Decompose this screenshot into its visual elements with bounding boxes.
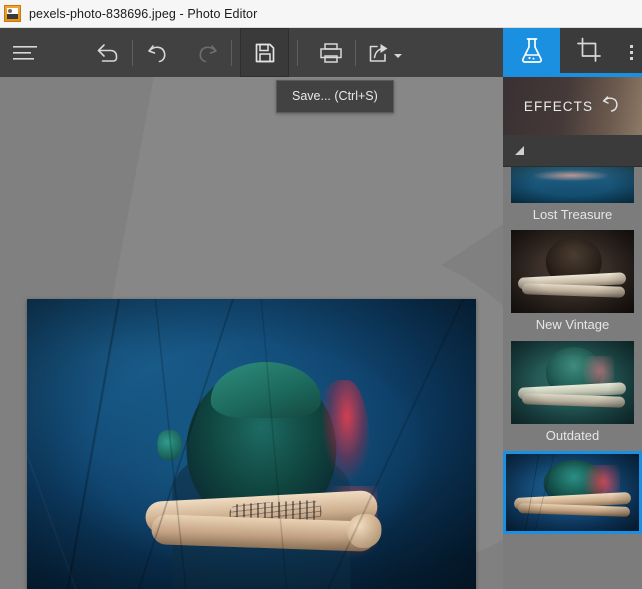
effect-label: New Vintage bbox=[535, 317, 610, 333]
image-canvas[interactable] bbox=[0, 77, 503, 589]
effect-label: Outdated bbox=[545, 427, 600, 443]
save-button[interactable] bbox=[240, 28, 289, 77]
effect-item-selected[interactable] bbox=[503, 450, 642, 547]
title-bar: pexels-photo-838696.jpeg - Photo Editor bbox=[0, 0, 642, 28]
photo-editor-window: pexels-photo-838696.jpeg - Photo Editor bbox=[0, 0, 642, 589]
print-button[interactable] bbox=[306, 28, 355, 77]
panel-title: EFFECTS bbox=[523, 98, 594, 114]
tab-effects[interactable] bbox=[503, 28, 560, 77]
window-title: pexels-photo-838696.jpeg - Photo Editor bbox=[29, 6, 258, 21]
revert-button[interactable] bbox=[83, 28, 132, 77]
effect-item-lost-treasure[interactable]: Lost Treasure bbox=[503, 167, 642, 230]
flask-beaker-icon bbox=[519, 36, 545, 69]
main-toolbar bbox=[0, 28, 503, 77]
printer-icon bbox=[318, 41, 344, 65]
effects-list: Lost Treasure New Vintage Outdated bbox=[503, 167, 642, 547]
hamburger-menu-icon bbox=[12, 44, 38, 62]
panel-header: EFFECTS bbox=[503, 77, 642, 135]
share-export-icon bbox=[367, 42, 391, 64]
revert-arrow-icon bbox=[95, 41, 121, 65]
redo-icon bbox=[195, 41, 219, 65]
hamburger-menu-button[interactable] bbox=[0, 28, 49, 77]
effect-item-new-vintage[interactable]: New Vintage bbox=[503, 230, 642, 340]
right-panel: EFFECTS Lost Treasure New Vintage Outdat… bbox=[503, 28, 642, 589]
save-tooltip: Save... (Ctrl+S) bbox=[276, 80, 394, 113]
panel-more-button[interactable] bbox=[617, 28, 642, 77]
toolbar-separator bbox=[231, 39, 232, 66]
effect-thumbnail bbox=[503, 450, 642, 534]
effect-item-outdated[interactable]: Outdated bbox=[503, 340, 642, 451]
undo-button[interactable] bbox=[133, 28, 182, 77]
effect-thumbnail bbox=[511, 167, 634, 203]
vertical-dots-icon bbox=[630, 45, 633, 60]
tab-crop[interactable] bbox=[560, 28, 617, 77]
image-file-icon bbox=[4, 5, 21, 22]
chevron-down-icon bbox=[393, 53, 402, 58]
redo-button bbox=[182, 28, 231, 77]
crop-icon bbox=[576, 37, 602, 68]
save-floppy-icon bbox=[253, 41, 277, 65]
triangle-up-icon bbox=[515, 146, 524, 155]
effect-label: Lost Treasure bbox=[532, 207, 613, 222]
share-button[interactable] bbox=[356, 28, 412, 77]
toolbar-separator bbox=[297, 39, 298, 66]
effect-label bbox=[503, 534, 642, 547]
edited-photo[interactable] bbox=[27, 299, 476, 589]
effect-thumbnail bbox=[511, 230, 634, 314]
panel-scroll-up[interactable] bbox=[503, 135, 642, 167]
panel-tab-bar bbox=[503, 28, 642, 77]
effect-thumbnail bbox=[511, 340, 634, 424]
reset-undo-arrow-icon[interactable] bbox=[601, 94, 621, 119]
undo-icon bbox=[146, 41, 170, 65]
